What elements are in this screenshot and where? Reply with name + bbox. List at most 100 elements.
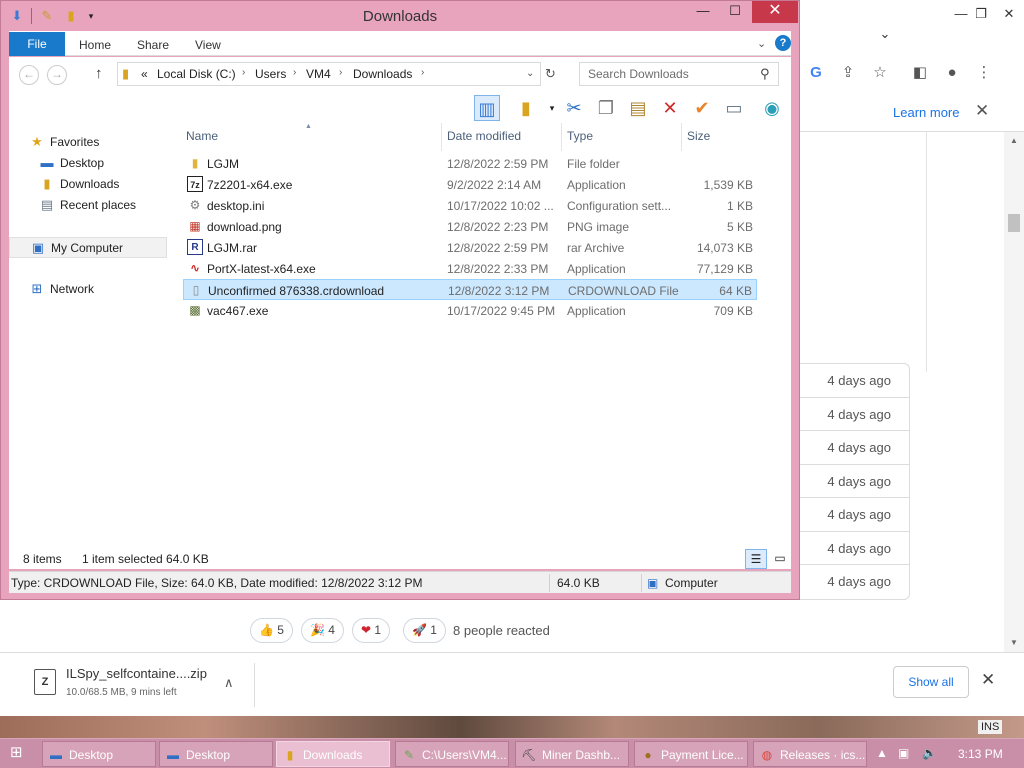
clock[interactable]: 3:13 PM [958,747,1003,761]
file-row[interactable]: ▮ LGJM 12/8/2022 2:59 PM File folder [183,153,757,174]
rename-icon[interactable]: ▭ [721,95,747,121]
taskbar-item-desktop-2[interactable]: ▬ Desktop [159,741,273,767]
taskbar-item-chrome[interactable]: ◍ Releases · ics... [753,741,867,767]
share-icon[interactable]: ⇪ [837,62,859,84]
breadcrumb-chevron-icon[interactable]: › [293,67,296,78]
release-row[interactable]: 4 days ago [800,532,909,565]
file-row[interactable]: ⚙ desktop.ini 10/17/2022 10:02 ... Confi… [183,195,757,216]
delete-icon[interactable]: ✕ [657,95,683,121]
breadcrumb-overflow[interactable]: « [141,67,148,81]
up-arrow-icon[interactable]: ↑ [95,65,103,82]
tab-share[interactable]: Share [137,38,169,52]
tray-chevron-icon[interactable]: ▲ [876,746,888,760]
move-to-folder-icon[interactable]: ▮ [513,95,539,121]
reaction-rocket[interactable]: 🚀 1 [403,618,446,643]
release-row[interactable]: 4 days ago [800,364,909,398]
column-header-name[interactable]: Name [186,129,218,143]
search-input[interactable] [580,63,756,85]
taskbar-item-payment-license[interactable]: ● Payment Lice... [634,741,748,767]
taskbar-item-miner-dashboard[interactable]: ⛏ Miner Dashb... [515,741,629,767]
details-view-icon[interactable]: ☰ [745,549,767,569]
file-row[interactable]: ∿ PortX-latest-x64.exe 12/8/2022 2:33 PM… [183,258,757,279]
scroll-down-icon[interactable]: ▼ [1010,638,1018,647]
close-icon[interactable]: ✕ [752,1,798,23]
large-icons-view-icon[interactable]: ▭ [769,549,791,569]
refresh-icon[interactable]: ↻ [545,66,556,82]
column-divider[interactable] [441,123,442,151]
column-divider[interactable] [681,123,682,151]
banner-close-icon[interactable]: ✕ [975,101,989,121]
column-header-type[interactable]: Type [567,129,593,143]
nav-favorites[interactable]: ★ Favorites [9,132,167,153]
release-row[interactable]: 4 days ago [800,398,909,431]
release-row[interactable]: 4 days ago [800,565,909,599]
help-icon[interactable]: ? [775,35,791,51]
shelf-close-icon[interactable]: ✕ [981,670,995,690]
breadcrumb-downloads[interactable]: Downloads [353,67,412,81]
column-header-date[interactable]: Date modified [447,129,521,143]
nav-desktop[interactable]: ▬ Desktop [9,153,167,174]
file-row-selected[interactable]: ▯ Unconfirmed 876338.crdownload 12/8/202… [183,279,757,300]
release-row[interactable]: 4 days ago [800,498,909,532]
nav-recent-places[interactable]: ▤ Recent places [9,195,167,216]
close-icon[interactable]: ✕ [994,6,1024,24]
shell-globe-icon[interactable]: ◉ [759,95,785,121]
show-all-button[interactable]: Show all [893,666,969,698]
scroll-up-icon[interactable]: ▲ [1010,136,1018,145]
checkmark-icon[interactable]: ✔ [689,95,715,121]
reaction-thumbs-up[interactable]: 👍 5 [250,618,293,643]
bookmark-star-icon[interactable]: ☆ [869,62,891,84]
minimize-icon[interactable]: — [689,1,717,23]
tab-file[interactable]: File [9,32,65,56]
nav-my-computer[interactable]: ▣ My Computer [9,237,167,258]
scroll-thumb[interactable] [1008,214,1020,232]
column-divider[interactable] [561,123,562,151]
breadcrumb-chevron-icon[interactable]: › [242,67,245,78]
learn-more-link[interactable]: Learn more [893,105,959,120]
column-header-size[interactable]: Size [687,129,710,143]
tab-home[interactable]: Home [79,38,111,52]
taskbar-item-downloads[interactable]: ▮ Downloads [276,741,390,767]
breadcrumb-chevron-icon[interactable]: › [339,67,342,78]
nav-network[interactable]: ⊞ Network [9,279,167,300]
address-dropdown-icon[interactable]: ⌄ [526,68,534,79]
breadcrumb-local-disk[interactable]: Local Disk (C:) [157,67,236,81]
profile-avatar-icon[interactable]: ● [941,62,963,84]
restore-icon[interactable]: ❐ [966,6,996,24]
breadcrumb-vm4[interactable]: VM4 [306,67,331,81]
tab-search-chevron-icon[interactable]: ⌄ [870,26,900,44]
file-row[interactable]: ▩ vac467.exe 10/17/2022 9:45 PM Applicat… [183,300,757,321]
menu-kebab-icon[interactable]: ⋮ [973,62,995,84]
windows-start-icon[interactable]: ⊞ [10,745,26,761]
back-arrow-icon[interactable]: ← [19,65,39,85]
network-tray-icon[interactable]: ▣ [898,746,909,760]
side-panel-icon[interactable]: ◧ [909,62,931,84]
reaction-hooray[interactable]: 🎉 4 [301,618,344,643]
maximize-icon[interactable]: ☐ [721,1,749,23]
search-icon[interactable]: ⚲ [760,66,770,82]
explorer-titlebar[interactable]: ⬇ ✎ ▮ ▾ Downloads — ☐ ✕ [1,1,799,31]
taskbar-item-desktop-1[interactable]: ▬ Desktop [42,741,156,767]
paste-icon[interactable]: ▤ [625,95,651,121]
preview-pane-icon[interactable]: ▥ [474,95,500,121]
breadcrumb-users[interactable]: Users [255,67,286,81]
tab-view[interactable]: View [195,38,221,52]
breadcrumb-chevron-icon[interactable]: › [421,67,424,78]
file-row[interactable]: R LGJM.rar 12/8/2022 2:59 PM rar Archive… [183,237,757,258]
google-icon[interactable]: G [805,62,827,84]
file-row[interactable]: ▦ download.png 12/8/2022 2:23 PM PNG ima… [183,216,757,237]
expand-ribbon-icon[interactable]: ⌄ [757,37,766,50]
copy-icon[interactable]: ❐ [593,95,619,121]
release-row[interactable]: 4 days ago [800,431,909,465]
page-scrollbar[interactable]: ▲ ▼ [1004,132,1024,652]
chevron-up-icon[interactable]: ∧ [224,675,234,691]
release-row[interactable]: 4 days ago [800,465,909,498]
file-row[interactable]: 7z 7z2201-x64.exe 9/2/2022 2:14 AM Appli… [183,174,757,195]
taskbar-item-notepad[interactable]: ✎ C:\Users\VM4... [395,741,509,767]
cut-icon[interactable]: ✂ [561,95,587,121]
download-item[interactable]: Z ILSpy_selfcontaine....zip 10.0/68.5 MB… [30,663,255,707]
forward-arrow-icon[interactable]: → [47,65,67,85]
address-bar[interactable]: ▮ « Local Disk (C:) › Users › VM4 › Down… [117,62,541,86]
nav-downloads[interactable]: ▮ Downloads [9,174,167,195]
search-box[interactable]: ⚲ [579,62,779,86]
